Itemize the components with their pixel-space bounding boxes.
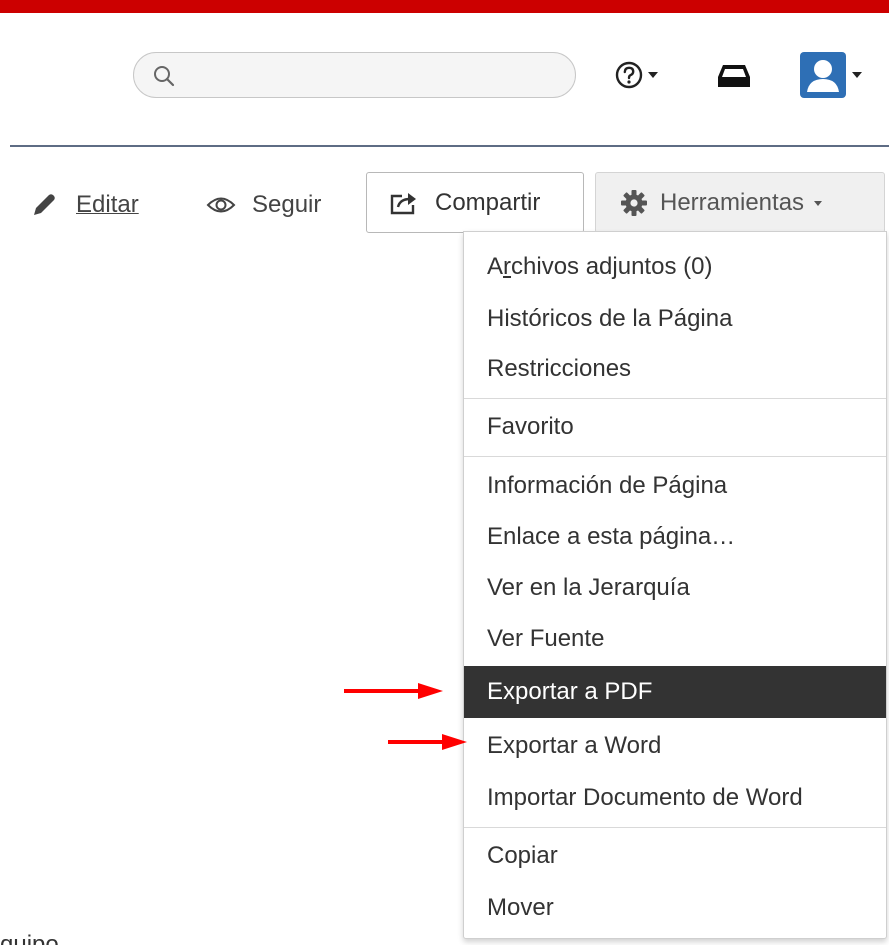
search-input[interactable] [184, 61, 558, 91]
menu-item-label: Históricos de la Página [487, 305, 733, 332]
annotation-arrow-icon [344, 683, 443, 699]
chevron-down-icon [648, 72, 658, 78]
menu-item-label: Ver en la Jerarquía [487, 574, 690, 601]
menu-item-page-history[interactable]: Históricos de la Página [464, 293, 886, 345]
pencil-icon [34, 194, 55, 215]
menu-item-import-word[interactable]: Importar Documento de Word [464, 772, 886, 824]
user-menu-button[interactable] [800, 52, 862, 98]
user-avatar-icon [800, 52, 846, 98]
menu-separator [464, 827, 886, 828]
menu-item-restrictions[interactable]: Restricciones [464, 343, 886, 395]
menu-item-label: Mover [487, 894, 554, 921]
menu-item-label: Importar Documento de Word [487, 784, 803, 811]
page-body-text-fragment: quipo [0, 931, 59, 945]
inbox-icon[interactable] [716, 63, 752, 89]
menu-item-export-pdf[interactable]: Exportar a PDF [464, 666, 886, 718]
menu-item-copy[interactable]: Copiar [464, 830, 886, 882]
header-divider [10, 145, 889, 147]
share-icon [390, 192, 416, 214]
menu-item-view-in-hierarchy[interactable]: Ver en la Jerarquía [464, 562, 886, 614]
edit-button[interactable]: Editar [30, 185, 139, 225]
top-brand-bar [0, 0, 889, 13]
menu-item-label: Información de Página [487, 472, 728, 499]
share-button[interactable]: Compartir [366, 172, 584, 233]
help-menu-button[interactable] [614, 58, 658, 92]
chevron-down-icon [814, 201, 823, 206]
menu-item-link-to-page[interactable]: Enlace a esta página… [464, 511, 886, 563]
gear-icon [621, 189, 647, 216]
menu-item-label: Ver Fuente [487, 625, 605, 652]
menu-item-export-word[interactable]: Exportar a Word [464, 720, 886, 772]
search-icon [154, 66, 175, 87]
menu-separator [464, 456, 886, 457]
menu-item-favorite[interactable]: Favorito [464, 401, 886, 453]
menu-item-label: Copiar [487, 842, 558, 869]
search-field[interactable] [133, 52, 576, 98]
menu-item-label: Exportar a Word [487, 732, 662, 759]
eye-icon [206, 197, 236, 213]
tools-label: Herramientas [660, 188, 805, 216]
menu-item-view-source[interactable]: Ver Fuente [464, 613, 886, 665]
menu-item-label: Enlace a esta página… [487, 523, 736, 550]
tools-menu-button[interactable]: Herramientas [595, 172, 885, 233]
menu-item-page-info[interactable]: Información de Página [464, 460, 886, 512]
chevron-down-icon [852, 72, 862, 78]
menu-item-attachments[interactable]: Ar chivos adjuntos (0) [464, 241, 886, 293]
tools-dropdown-menu: Ar chivos adjuntos (0) Históricos de la P… [463, 231, 887, 939]
share-label: Compartir [435, 188, 541, 216]
menu-item-accesskey: r [503, 253, 512, 280]
menu-item-label: Favorito [487, 413, 574, 440]
help-icon [615, 61, 643, 89]
menu-item-label: A [487, 253, 504, 280]
menu-item-label: Exportar a PDF [487, 678, 653, 705]
menu-item-label: Restricciones [487, 355, 632, 382]
menu-item-move[interactable]: Mover [464, 882, 886, 934]
menu-separator [464, 398, 886, 399]
follow-button[interactable]: Seguir [206, 185, 321, 225]
menu-item-label: chivos adjuntos (0) [511, 253, 713, 280]
edit-label: Editar [76, 191, 139, 218]
annotation-arrow-icon [388, 734, 467, 750]
follow-label: Seguir [252, 191, 322, 218]
